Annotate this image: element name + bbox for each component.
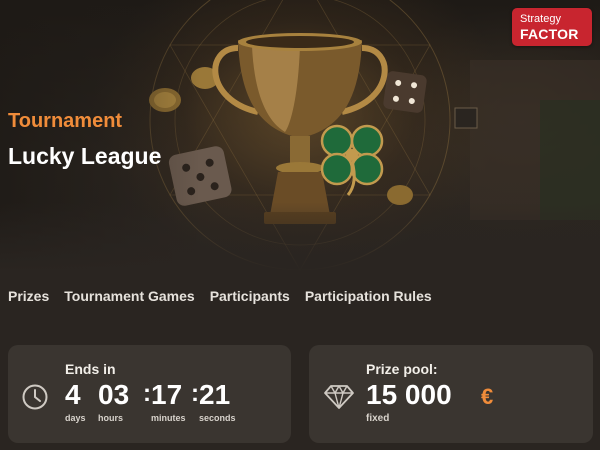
brand-logo-line2: FACTOR — [520, 26, 579, 42]
tournament-tabs: Prizes Tournament Games Participants Par… — [8, 288, 432, 304]
prize-pool-type: fixed — [366, 413, 390, 424]
prize-pool-amount: 15 000 — [366, 379, 452, 410]
countdown-minutes: 17 — [151, 379, 183, 410]
brand-logo: Strategy FACTOR — [512, 8, 592, 46]
countdown-seconds: 21 — [199, 379, 231, 410]
countdown-hours-unit: hours — [98, 413, 124, 423]
countdown-card: Ends in 4 days 03 hours : 17 minutes : 2… — [8, 345, 291, 443]
countdown-hours: 03 — [98, 379, 130, 410]
diamond-icon — [324, 385, 354, 409]
tournament-label: Tournament — [8, 110, 123, 132]
tab-participants[interactable]: Participants — [210, 288, 290, 304]
tab-prizes[interactable]: Prizes — [8, 288, 49, 304]
countdown-label: Ends in — [65, 361, 116, 377]
prize-pool-label: Prize pool: — [366, 361, 438, 377]
countdown-separator: : — [143, 380, 151, 407]
tab-participation-rules[interactable]: Participation Rules — [305, 288, 432, 304]
page-title: Lucky League — [8, 143, 162, 169]
countdown-minutes-unit: minutes — [151, 413, 186, 423]
countdown-separator: : — [191, 380, 199, 407]
countdown-seconds-unit: seconds — [199, 413, 236, 423]
hero-banner — [0, 0, 600, 272]
countdown-days: 4 — [65, 379, 81, 410]
clock-icon — [22, 384, 48, 410]
countdown-days-unit: days — [65, 413, 86, 423]
brand-logo-line1: Strategy — [520, 13, 561, 25]
prize-pool-card: Prize pool: 15 000 € fixed — [309, 345, 593, 443]
prize-pool-currency: € — [481, 384, 494, 409]
tab-tournament-games[interactable]: Tournament Games — [64, 288, 194, 304]
